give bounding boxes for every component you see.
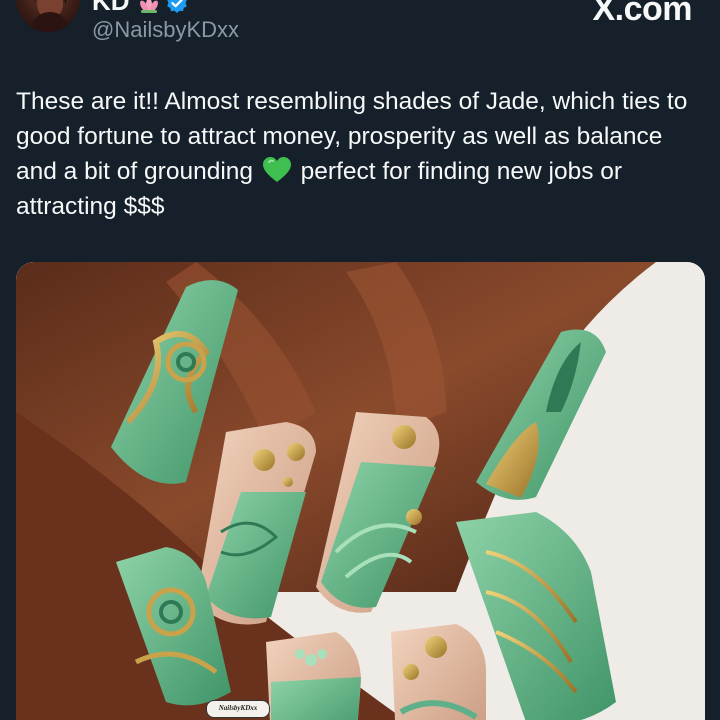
green-heart-icon bbox=[262, 157, 291, 182]
verified-badge-icon bbox=[167, 0, 187, 13]
tweet-header: KD @NailsbyKDxx X.com bbox=[0, 0, 720, 60]
tweet-text: These are it!! Almost resembling shades … bbox=[16, 84, 710, 224]
user-handle[interactable]: @NailsbyKDxx bbox=[92, 17, 239, 43]
avatar-image bbox=[30, 0, 70, 32]
watermark: NailsbyKDxx bbox=[206, 700, 270, 718]
tweet-media-image[interactable] bbox=[16, 262, 705, 720]
avatar[interactable] bbox=[16, 0, 80, 32]
brand-label: X.com bbox=[592, 0, 692, 28]
nail-gem-8 bbox=[391, 624, 486, 720]
lotus-icon bbox=[140, 0, 158, 13]
nail-art-photo bbox=[16, 262, 705, 720]
display-name[interactable]: KD bbox=[92, 0, 130, 17]
nail-flower-7 bbox=[266, 632, 361, 720]
